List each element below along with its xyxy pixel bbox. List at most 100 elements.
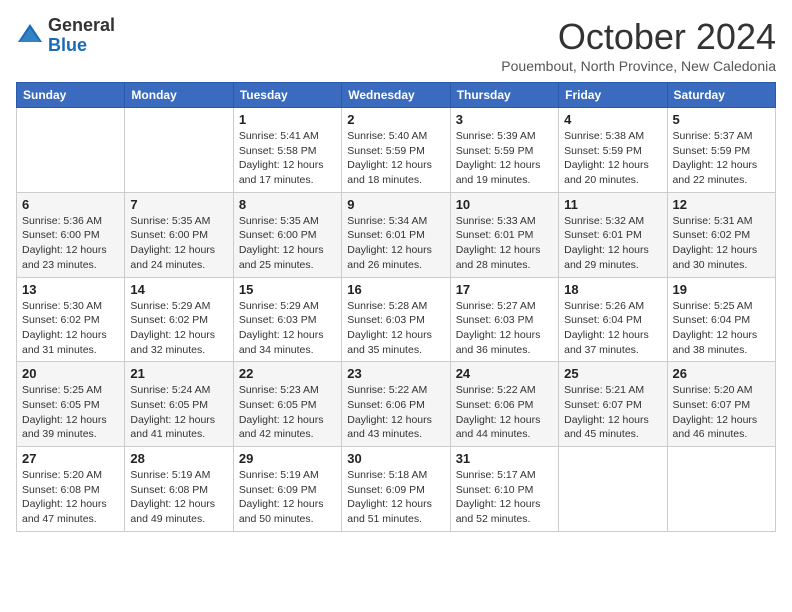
day-info: Sunrise: 5:20 AM Sunset: 6:07 PM Dayligh… [673, 383, 770, 442]
day-number: 16 [347, 282, 444, 297]
day-info: Sunrise: 5:29 AM Sunset: 6:02 PM Dayligh… [130, 299, 227, 358]
calendar-cell: 19Sunrise: 5:25 AM Sunset: 6:04 PM Dayli… [667, 277, 775, 362]
calendar-cell: 13Sunrise: 5:30 AM Sunset: 6:02 PM Dayli… [17, 277, 125, 362]
day-number: 29 [239, 451, 336, 466]
title-block: October 2024 Pouembout, North Province, … [501, 16, 776, 74]
location-subtitle: Pouembout, North Province, New Caledonia [501, 58, 776, 74]
calendar-cell: 17Sunrise: 5:27 AM Sunset: 6:03 PM Dayli… [450, 277, 558, 362]
calendar-cell [17, 108, 125, 193]
day-info: Sunrise: 5:27 AM Sunset: 6:03 PM Dayligh… [456, 299, 553, 358]
day-info: Sunrise: 5:39 AM Sunset: 5:59 PM Dayligh… [456, 129, 553, 188]
calendar-cell: 27Sunrise: 5:20 AM Sunset: 6:08 PM Dayli… [17, 447, 125, 532]
calendar-cell: 15 Sunrise: 5:29 AM Sunset: 6:03 PM Dayli… [233, 277, 341, 362]
day-info: Sunrise: 5:22 AM Sunset: 6:06 PM Dayligh… [347, 383, 444, 442]
day-number: 28 [130, 451, 227, 466]
day-info: Sunrise: 5:31 AM Sunset: 6:02 PM Dayligh… [673, 214, 770, 273]
calendar-cell: 11 Sunrise: 5:32 AM Sunset: 6:01 PM Dayli… [559, 192, 667, 277]
day-header-saturday: Saturday [667, 83, 775, 108]
day-number: 10 [456, 197, 553, 212]
calendar-cell: 25 Sunrise: 5:21 AM Sunset: 6:07 PM Dayli… [559, 362, 667, 447]
day-info: Sunrise: 5:19 AM Sunset: 6:09 PM Dayligh… [239, 468, 336, 527]
logo: General Blue [16, 16, 115, 56]
day-header-wednesday: Wednesday [342, 83, 450, 108]
calendar-cell: 21 Sunrise: 5:24 AM Sunset: 6:05 PM Dayli… [125, 362, 233, 447]
day-number: 5 [673, 112, 770, 127]
day-number: 15 [239, 282, 336, 297]
day-info: Sunrise: 5:17 AM Sunset: 6:10 PM Dayligh… [456, 468, 553, 527]
day-info: Sunrise: 5:19 AM Sunset: 6:08 PM Dayligh… [130, 468, 227, 527]
day-info: Sunrise: 5:41 AM Sunset: 5:58 PM Dayligh… [239, 129, 336, 188]
calendar-cell: 6 Sunrise: 5:36 AM Sunset: 6:00 PM Daylig… [17, 192, 125, 277]
day-info: Sunrise: 5:25 AM Sunset: 6:05 PM Dayligh… [22, 383, 119, 442]
calendar-cell: 24 Sunrise: 5:22 AM Sunset: 6:06 PM Dayli… [450, 362, 558, 447]
day-number: 26 [673, 366, 770, 381]
day-info: Sunrise: 5:18 AM Sunset: 6:09 PM Dayligh… [347, 468, 444, 527]
day-number: 12 [673, 197, 770, 212]
calendar-cell [667, 447, 775, 532]
day-info: Sunrise: 5:35 AM Sunset: 6:00 PM Dayligh… [239, 214, 336, 273]
calendar-cell: 10 Sunrise: 5:33 AM Sunset: 6:01 PM Dayli… [450, 192, 558, 277]
day-info: Sunrise: 5:38 AM Sunset: 5:59 PM Dayligh… [564, 129, 661, 188]
calendar-cell: 30 Sunrise: 5:18 AM Sunset: 6:09 PM Dayli… [342, 447, 450, 532]
calendar-cell: 14 Sunrise: 5:29 AM Sunset: 6:02 PM Dayli… [125, 277, 233, 362]
day-info: Sunrise: 5:37 AM Sunset: 5:59 PM Dayligh… [673, 129, 770, 188]
day-info: Sunrise: 5:36 AM Sunset: 6:00 PM Dayligh… [22, 214, 119, 273]
day-number: 8 [239, 197, 336, 212]
calendar-cell: 31Sunrise: 5:17 AM Sunset: 6:10 PM Dayli… [450, 447, 558, 532]
day-number: 6 [22, 197, 119, 212]
calendar-cell: 1 Sunrise: 5:41 AM Sunset: 5:58 PM Daylig… [233, 108, 341, 193]
day-info: Sunrise: 5:40 AM Sunset: 5:59 PM Dayligh… [347, 129, 444, 188]
day-info: Sunrise: 5:28 AM Sunset: 6:03 PM Dayligh… [347, 299, 444, 358]
month-title: October 2024 [501, 16, 776, 58]
day-number: 2 [347, 112, 444, 127]
day-info: Sunrise: 5:32 AM Sunset: 6:01 PM Dayligh… [564, 214, 661, 273]
day-number: 9 [347, 197, 444, 212]
day-info: Sunrise: 5:29 AM Sunset: 6:03 PM Dayligh… [239, 299, 336, 358]
day-info: Sunrise: 5:21 AM Sunset: 6:07 PM Dayligh… [564, 383, 661, 442]
calendar-cell: 23 Sunrise: 5:22 AM Sunset: 6:06 PM Dayli… [342, 362, 450, 447]
day-header-friday: Friday [559, 83, 667, 108]
calendar-cell: 9 Sunrise: 5:34 AM Sunset: 6:01 PM Daylig… [342, 192, 450, 277]
day-number: 11 [564, 197, 661, 212]
calendar-cell: 29 Sunrise: 5:19 AM Sunset: 6:09 PM Dayli… [233, 447, 341, 532]
calendar-cell: 5 Sunrise: 5:37 AM Sunset: 5:59 PM Daylig… [667, 108, 775, 193]
day-number: 14 [130, 282, 227, 297]
day-info: Sunrise: 5:22 AM Sunset: 6:06 PM Dayligh… [456, 383, 553, 442]
calendar-cell [125, 108, 233, 193]
logo-icon [16, 22, 44, 50]
calendar-table: SundayMondayTuesdayWednesdayThursdayFrid… [16, 82, 776, 532]
calendar-cell [559, 447, 667, 532]
logo-general-text: General [48, 15, 115, 35]
day-info: Sunrise: 5:24 AM Sunset: 6:05 PM Dayligh… [130, 383, 227, 442]
day-number: 24 [456, 366, 553, 381]
day-header-monday: Monday [125, 83, 233, 108]
day-number: 22 [239, 366, 336, 381]
day-number: 20 [22, 366, 119, 381]
day-number: 4 [564, 112, 661, 127]
day-number: 18 [564, 282, 661, 297]
day-number: 30 [347, 451, 444, 466]
day-number: 23 [347, 366, 444, 381]
page-header: General Blue October 2024 Pouembout, Nor… [16, 16, 776, 74]
day-header-sunday: Sunday [17, 83, 125, 108]
calendar-cell: 7Sunrise: 5:35 AM Sunset: 6:00 PM Daylig… [125, 192, 233, 277]
calendar-cell: 3Sunrise: 5:39 AM Sunset: 5:59 PM Daylig… [450, 108, 558, 193]
day-info: Sunrise: 5:33 AM Sunset: 6:01 PM Dayligh… [456, 214, 553, 273]
logo-blue-text: Blue [48, 35, 87, 55]
day-info: Sunrise: 5:26 AM Sunset: 6:04 PM Dayligh… [564, 299, 661, 358]
calendar-cell: 8 Sunrise: 5:35 AM Sunset: 6:00 PM Daylig… [233, 192, 341, 277]
day-number: 21 [130, 366, 227, 381]
day-number: 27 [22, 451, 119, 466]
day-number: 7 [130, 197, 227, 212]
calendar-cell: 16 Sunrise: 5:28 AM Sunset: 6:03 PM Dayli… [342, 277, 450, 362]
day-number: 1 [239, 112, 336, 127]
day-header-tuesday: Tuesday [233, 83, 341, 108]
calendar-cell: 4 Sunrise: 5:38 AM Sunset: 5:59 PM Daylig… [559, 108, 667, 193]
calendar-cell: 22Sunrise: 5:23 AM Sunset: 6:05 PM Dayli… [233, 362, 341, 447]
day-info: Sunrise: 5:25 AM Sunset: 6:04 PM Dayligh… [673, 299, 770, 358]
calendar-cell: 2 Sunrise: 5:40 AM Sunset: 5:59 PM Daylig… [342, 108, 450, 193]
day-number: 25 [564, 366, 661, 381]
day-info: Sunrise: 5:34 AM Sunset: 6:01 PM Dayligh… [347, 214, 444, 273]
calendar-cell: 28 Sunrise: 5:19 AM Sunset: 6:08 PM Dayli… [125, 447, 233, 532]
calendar-cell: 12 Sunrise: 5:31 AM Sunset: 6:02 PM Dayli… [667, 192, 775, 277]
